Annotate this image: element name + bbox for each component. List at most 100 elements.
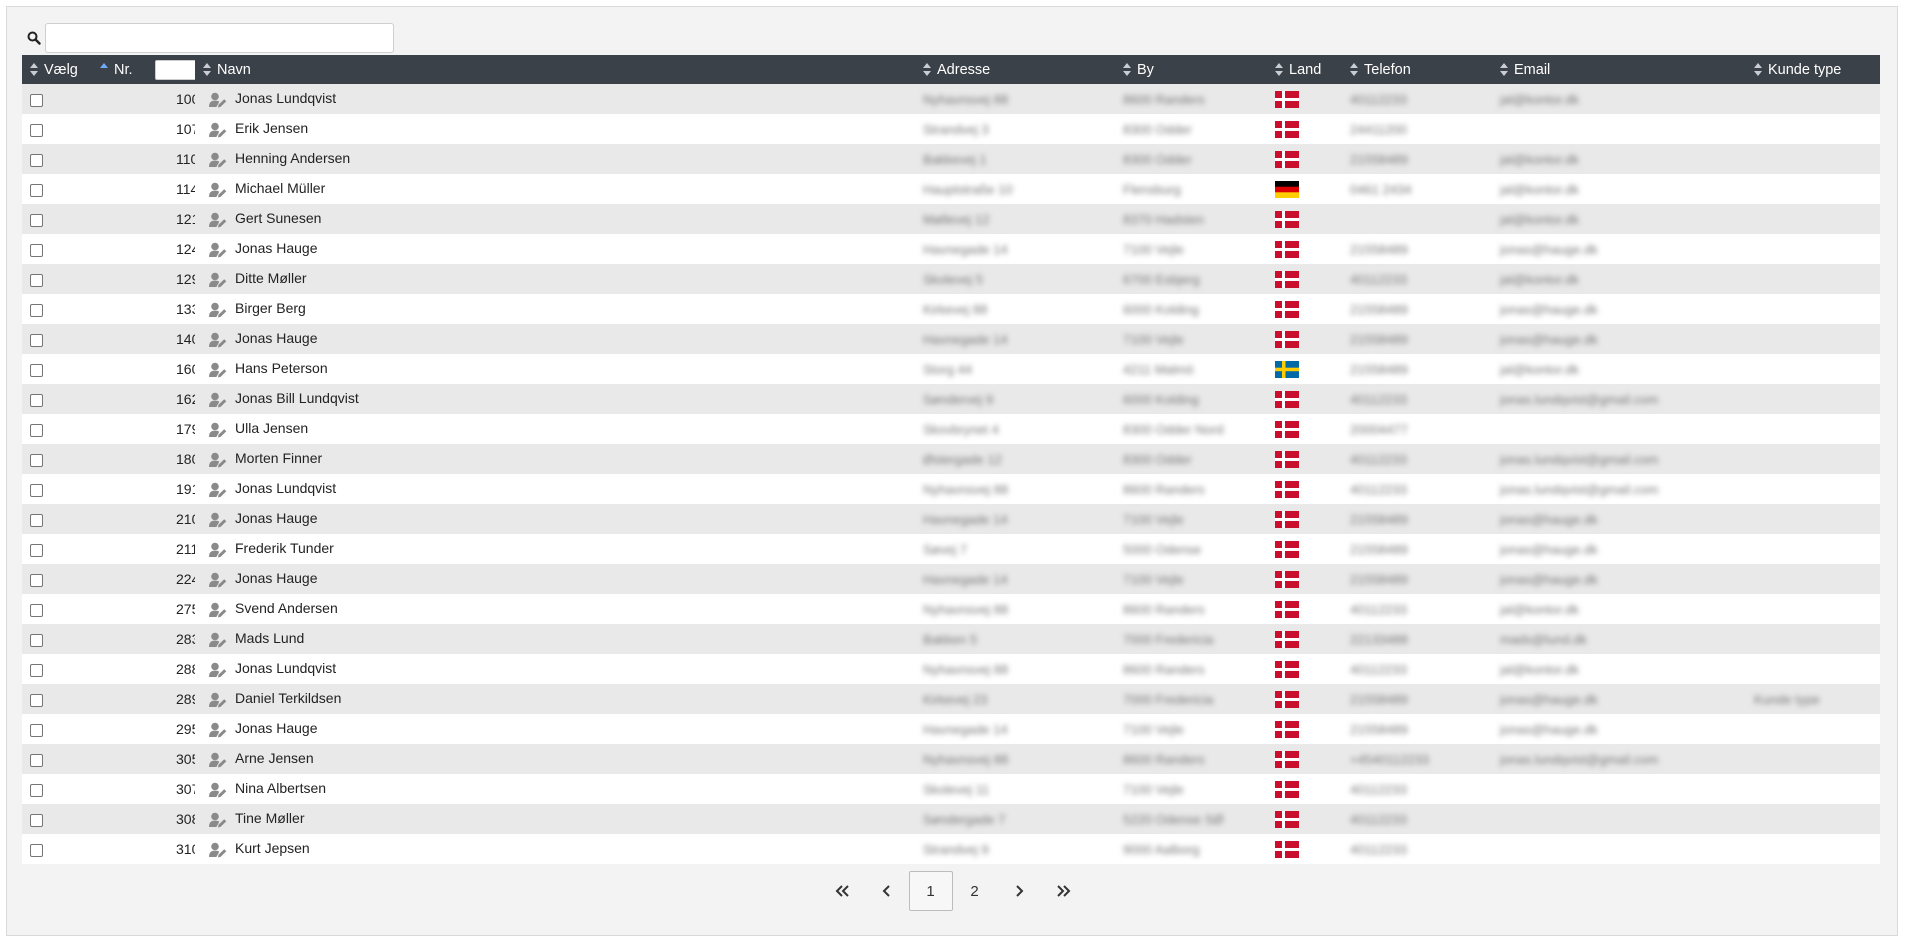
table-row[interactable]: 191 Jonas Lundqvist Nyhavnsvej 88 8600 Rand…	[22, 474, 1880, 504]
select-checkbox[interactable]	[30, 633, 43, 647]
column-header-email[interactable]: Email	[1492, 55, 1746, 84]
user-edit-icon[interactable]	[209, 182, 227, 198]
user-edit-icon[interactable]	[209, 422, 227, 438]
table-row[interactable]: 100 Jonas Lundqvist Nyhavnsvej 88 8600 Rand…	[22, 84, 1880, 114]
user-edit-icon[interactable]	[209, 482, 227, 498]
user-edit-icon[interactable]	[209, 542, 227, 558]
select-checkbox[interactable]	[30, 243, 43, 257]
table-row[interactable]: 114 Michael Müller Hauptstraße 10 Flensburg…	[22, 174, 1880, 204]
table-row[interactable]: 224 Jonas Hauge Havnegade 14 7100 Vejle 2155…	[22, 564, 1880, 594]
column-header-country[interactable]: Land	[1267, 55, 1342, 84]
column-header-city[interactable]: By	[1115, 55, 1267, 84]
page-1-button[interactable]: 1	[908, 871, 953, 911]
user-edit-icon[interactable]	[209, 662, 227, 678]
select-checkbox[interactable]	[30, 123, 43, 137]
address-text: Søndergade 7	[923, 812, 1006, 827]
select-checkbox[interactable]	[30, 723, 43, 737]
column-header-address[interactable]: Adresse	[915, 55, 1115, 84]
column-header-select[interactable]: Vælg	[22, 55, 92, 84]
select-checkbox[interactable]	[30, 603, 43, 617]
select-checkbox[interactable]	[30, 813, 43, 827]
user-edit-icon[interactable]	[209, 512, 227, 528]
user-edit-icon[interactable]	[209, 812, 227, 828]
table-row[interactable]: 310 Kurt Jepsen Strandvej 9 9000 Aalborg 401…	[22, 834, 1880, 864]
user-edit-icon[interactable]	[209, 212, 227, 228]
select-checkbox[interactable]	[30, 93, 43, 107]
select-checkbox[interactable]	[30, 573, 43, 587]
table-row[interactable]: 179 Ulla Jensen Skovbrynet 4 8300 Odder Nor…	[22, 414, 1880, 444]
table-row[interactable]: 210 Jonas Hauge Havnegade 14 7100 Vejle 2155…	[22, 504, 1880, 534]
user-edit-icon[interactable]	[209, 632, 227, 648]
user-edit-icon[interactable]	[209, 392, 227, 408]
column-header-nr[interactable]: Nr.	[92, 55, 195, 84]
select-checkbox[interactable]	[30, 363, 43, 377]
select-checkbox[interactable]	[30, 333, 43, 347]
select-checkbox[interactable]	[30, 663, 43, 677]
table-row[interactable]: 308 Tine Møller Søndergade 7 5220 Odense SØ…	[22, 804, 1880, 834]
user-edit-icon[interactable]	[209, 272, 227, 288]
page-2-button[interactable]: 2	[953, 871, 997, 911]
select-checkbox[interactable]	[30, 513, 43, 527]
table-row[interactable]: 107 Erik Jensen Strandvej 3 8300 Odder 24411…	[22, 114, 1880, 144]
table-row[interactable]: 121 Gert Sunesen Møllevej 12 8370 Hadsten ja…	[22, 204, 1880, 234]
column-header-type[interactable]: Kunde type	[1746, 55, 1880, 84]
table-row[interactable]: 307 Nina Albertsen Skolevej 11 7100 Vejle 40…	[22, 774, 1880, 804]
next-page-button[interactable]	[997, 871, 1041, 911]
table-row[interactable]: 110 Henning Andersen Bakkevej 1 8300 Odder 2…	[22, 144, 1880, 174]
table-row[interactable]: 211 Frederik Tunder Søvej 7 5000 Odense 2155…	[22, 534, 1880, 564]
user-edit-icon[interactable]	[209, 692, 227, 708]
table-row[interactable]: 275 Svend Andersen Nyhavnsvej 88 8600 Rande…	[22, 594, 1880, 624]
select-checkbox[interactable]	[30, 543, 43, 557]
select-checkbox[interactable]	[30, 453, 43, 467]
table-row[interactable]: 140 Jonas Hauge Havnegade 14 7100 Vejle 2155…	[22, 324, 1880, 354]
user-edit-icon[interactable]	[209, 602, 227, 618]
select-checkbox[interactable]	[30, 783, 43, 797]
table-row[interactable]: 288 Jonas Lundqvist Nyhavnsvej 88 8600 Rand…	[22, 654, 1880, 684]
select-checkbox[interactable]	[30, 393, 43, 407]
table-row[interactable]: 283 Mads Lund Bakken 5 7000 Fredericia 22133…	[22, 624, 1880, 654]
email-cell: jonas@hauge.dk	[1492, 504, 1746, 534]
select-checkbox[interactable]	[30, 213, 43, 227]
user-edit-icon[interactable]	[209, 842, 227, 858]
table-row[interactable]: 124 Jonas Hauge Havnegade 14 7100 Vejle 2155…	[22, 234, 1880, 264]
prev-page-button[interactable]	[865, 871, 909, 911]
user-edit-icon[interactable]	[209, 302, 227, 318]
select-checkbox[interactable]	[30, 423, 43, 437]
user-edit-icon[interactable]	[209, 752, 227, 768]
user-edit-icon[interactable]	[209, 452, 227, 468]
table-row[interactable]: 129 Ditte Møller Skolevej 5 6700 Esbjerg 401…	[22, 264, 1880, 294]
search-input[interactable]	[45, 23, 394, 53]
table-row[interactable]: 289 Daniel Terkildsen Kirkevej 23 7000 Fred…	[22, 684, 1880, 714]
select-checkbox[interactable]	[30, 753, 43, 767]
first-page-button[interactable]	[821, 871, 865, 911]
phone-cell: 40112233	[1342, 594, 1492, 624]
column-header-name[interactable]: Navn	[195, 55, 915, 84]
select-checkbox[interactable]	[30, 843, 43, 857]
select-checkbox[interactable]	[30, 693, 43, 707]
select-checkbox[interactable]	[30, 483, 43, 497]
table-row[interactable]: 305 Arne Jensen Nyhavnsvej 88 8600 Randers +…	[22, 744, 1880, 774]
table-row[interactable]: 162 Jonas Bill Lundqvist Søndervej 9 6000 K…	[22, 384, 1880, 414]
select-checkbox[interactable]	[30, 183, 43, 197]
user-edit-icon[interactable]	[209, 572, 227, 588]
email-cell: jonas.lundqvist@gmail.com	[1492, 474, 1746, 504]
table-row[interactable]: 180 Morten Finner Østergade 12 8300 Odder 40…	[22, 444, 1880, 474]
user-edit-icon[interactable]	[209, 362, 227, 378]
table-row[interactable]: 133 Birger Berg Kirkevej 88 6000 Kolding 215…	[22, 294, 1880, 324]
nr-filter-input[interactable]	[154, 59, 195, 80]
column-header-phone[interactable]: Telefon	[1342, 55, 1492, 84]
table-row[interactable]: 295 Jonas Hauge Havnegade 14 7100 Vejle 2155…	[22, 714, 1880, 744]
user-edit-icon[interactable]	[209, 152, 227, 168]
table-row[interactable]: 160 Hans Peterson Storg 44 4211 Malmö 215584…	[22, 354, 1880, 384]
select-checkbox[interactable]	[30, 303, 43, 317]
last-page-button[interactable]	[1041, 871, 1085, 911]
user-edit-icon[interactable]	[209, 332, 227, 348]
phone-text: 40112233	[1350, 782, 1407, 797]
user-edit-icon[interactable]	[209, 782, 227, 798]
select-checkbox[interactable]	[30, 273, 43, 287]
user-edit-icon[interactable]	[209, 92, 227, 108]
user-edit-icon[interactable]	[209, 722, 227, 738]
user-edit-icon[interactable]	[209, 122, 227, 138]
user-edit-icon[interactable]	[209, 242, 227, 258]
select-checkbox[interactable]	[30, 153, 43, 167]
